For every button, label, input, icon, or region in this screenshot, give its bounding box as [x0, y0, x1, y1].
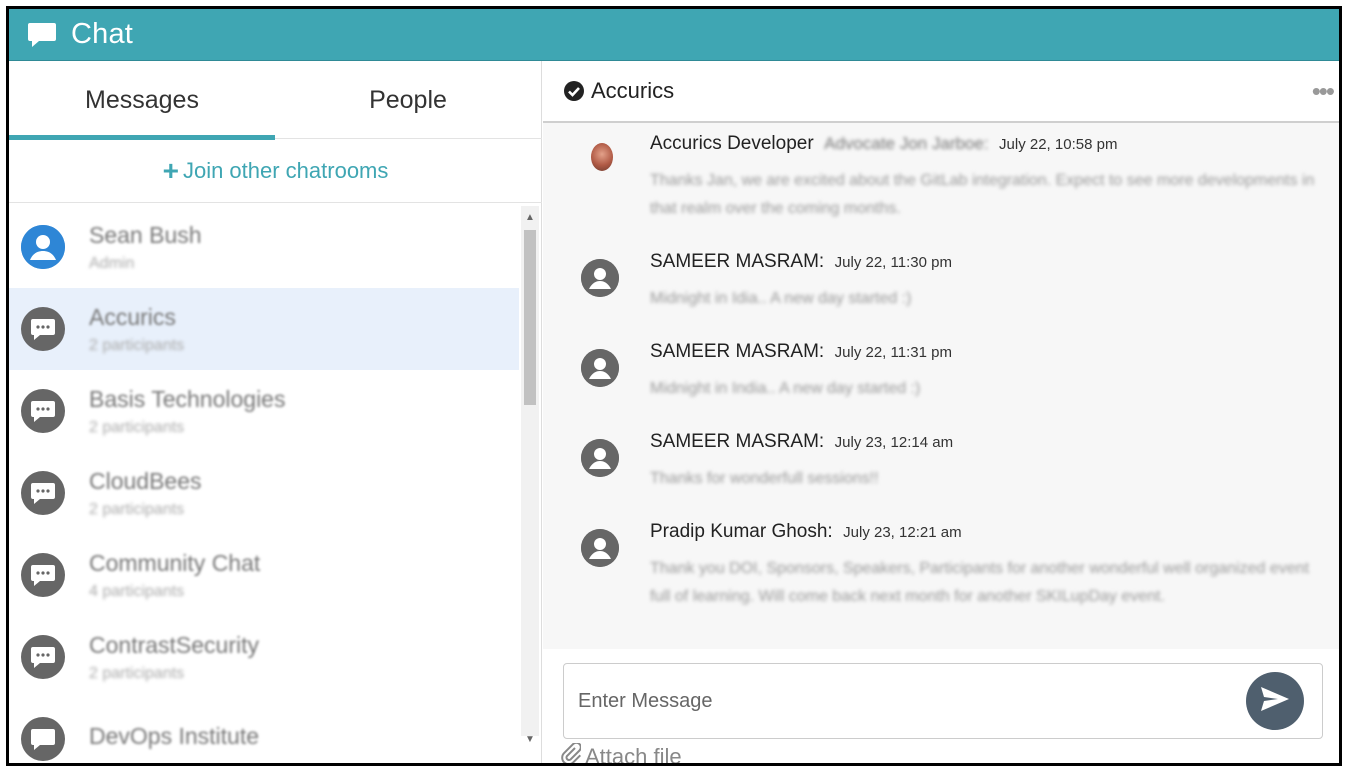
- message-time: July 22, 10:58 pm: [999, 136, 1118, 153]
- room-subtitle: 2 participants: [89, 500, 185, 518]
- message-author: SAMEER MASRAM:: [650, 431, 825, 452]
- room-name: CloudBees: [89, 467, 202, 494]
- room-subtitle: Admin: [89, 254, 135, 272]
- scroll-up-icon[interactable]: ▲: [521, 208, 539, 226]
- room-list: Sean Bush Admin Accurics 2 participants: [9, 206, 519, 763]
- chat-room-icon: [21, 307, 65, 351]
- chat-pane: Accurics ••• Accurics Developer Advocate…: [543, 61, 1339, 766]
- room-title: Accurics: [591, 78, 675, 103]
- message-input-box: [563, 663, 1323, 739]
- message-time: July 23, 12:21 am: [843, 524, 962, 541]
- room-name: Sean Bush: [89, 221, 202, 248]
- room-subtitle: 2 participants: [89, 336, 185, 354]
- user-avatar-icon: [21, 225, 65, 269]
- title-bar: Chat: [9, 9, 1339, 763]
- list-item[interactable]: Community Chat 4 participants: [9, 534, 519, 616]
- chat-room-icon: [21, 471, 65, 515]
- user-avatar-icon: [581, 259, 619, 297]
- scroll-down-icon[interactable]: ▼: [521, 730, 539, 748]
- attach-file-link[interactable]: Attach file: [561, 741, 682, 766]
- tab-bar: Messages People: [9, 61, 542, 140]
- tab-people[interactable]: People: [275, 61, 541, 139]
- list-item-selected[interactable]: Accurics 2 participants: [9, 288, 519, 370]
- message-time: July 22, 11:31 pm: [834, 344, 952, 361]
- join-chatrooms-label: Join other chatrooms: [182, 157, 389, 183]
- conversation-pane: Messages People + Join other chatrooms S…: [9, 61, 542, 763]
- room-header: Accurics •••: [543, 61, 1339, 123]
- message-body: Thanks for wonderfull sessions!!: [650, 470, 879, 487]
- paperclip-icon: [561, 741, 582, 763]
- message-time: July 23, 12:14 am: [834, 434, 954, 451]
- user-avatar-icon: [581, 439, 619, 477]
- attach-file-label: Attach file: [585, 744, 682, 766]
- room-subtitle: 2 participants: [89, 664, 185, 682]
- scroll-thumb[interactable]: [524, 230, 536, 405]
- user-avatar-icon: [581, 349, 619, 387]
- room-name: Accurics: [89, 303, 176, 330]
- send-button[interactable]: [1246, 672, 1304, 730]
- user-avatar-icon: [581, 529, 619, 567]
- plus-icon: +: [162, 154, 179, 186]
- room-name: Basis Technologies: [89, 385, 286, 412]
- chat-window: Chat Messages People + Join other chatro…: [6, 6, 1342, 766]
- composer: Attach file: [543, 649, 1339, 766]
- tab-messages[interactable]: Messages: [9, 61, 275, 140]
- room-name: DevOps Institute: [89, 722, 260, 749]
- chat-room-icon: [21, 553, 65, 597]
- chat-room-icon: [21, 389, 65, 433]
- list-item[interactable]: CloudBees 2 participants: [9, 452, 519, 534]
- message-author: SAMEER MASRAM:: [650, 341, 825, 362]
- room-list-scrollbar[interactable]: ▲ ▼: [521, 206, 539, 745]
- message-author: Pradip Kumar Ghosh:: [650, 521, 833, 542]
- window-title: Chat: [71, 18, 134, 50]
- avatar: [591, 143, 613, 171]
- message-list: Accurics Developer Advocate Jon Jarboe: …: [543, 125, 1339, 649]
- message-time: July 22, 11:30 pm: [834, 254, 952, 271]
- message-body: Thanks Jan, we are excited about the Git…: [650, 172, 1315, 217]
- message-mention: Advocate Jon Jarboe:: [824, 134, 989, 153]
- list-item[interactable]: Sean Bush Admin: [9, 206, 519, 288]
- message-author: SAMEER MASRAM:: [650, 251, 825, 272]
- message-author: Accurics Developer: [650, 133, 814, 154]
- list-item[interactable]: ContrastSecurity 2 participants: [9, 616, 519, 698]
- room-subtitle: 4 participants: [89, 582, 185, 600]
- chat-icon: [27, 21, 59, 49]
- room-name: Community Chat: [89, 549, 261, 576]
- join-chatrooms-link[interactable]: + Join other chatrooms: [9, 139, 542, 203]
- room-subtitle: 2 participants: [89, 418, 185, 436]
- list-item[interactable]: Basis Technologies 2 participants: [9, 370, 519, 452]
- message-input[interactable]: [578, 689, 1218, 713]
- more-icon[interactable]: •••: [1312, 76, 1335, 107]
- check-circle-icon: [563, 80, 585, 102]
- chat-room-icon: [21, 635, 65, 679]
- room-name: ContrastSecurity: [89, 631, 260, 658]
- message-body: Midnight in India.. A new day started :): [650, 380, 921, 397]
- list-item[interactable]: DevOps Institute: [9, 698, 519, 763]
- message-body: Midnight in Idia.. A new day started :): [650, 290, 912, 307]
- chat-room-icon: [21, 717, 65, 761]
- message-body: Thank you DOI, Sponsors, Speakers, Parti…: [650, 560, 1310, 605]
- send-icon: [1259, 685, 1291, 718]
